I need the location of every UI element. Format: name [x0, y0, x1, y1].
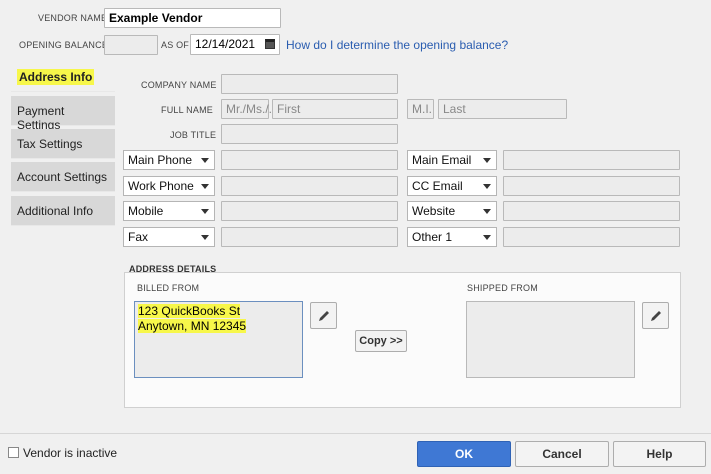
chevron-down-icon: [201, 235, 209, 240]
company-name-label: COMPANY NAME: [141, 80, 217, 90]
vendor-inactive-checkbox[interactable]: [8, 447, 19, 458]
job-title-label: JOB TITLE: [170, 130, 217, 140]
contact-type-value: Fax: [128, 230, 149, 244]
as-of-date-value: 12/14/2021: [195, 37, 256, 51]
as-of-date-input[interactable]: 12/14/2021: [190, 34, 280, 55]
first-name-input[interactable]: First: [272, 99, 398, 119]
main-phone-input[interactable]: [221, 150, 398, 170]
contact-type-select-main-email[interactable]: Main Email: [407, 150, 497, 170]
billed-from-line2: Anytown, MN 12345: [138, 319, 247, 333]
tab-additional-info-label: Additional Info: [17, 204, 94, 218]
contact-type-select-main-phone[interactable]: Main Phone: [123, 150, 215, 170]
contact-type-value: Work Phone: [128, 179, 194, 193]
ok-button[interactable]: OK: [417, 441, 511, 467]
tab-account-settings-label: Account Settings: [17, 170, 108, 184]
company-name-input[interactable]: [221, 74, 398, 94]
contact-type-select-website[interactable]: Website: [407, 201, 497, 221]
middle-initial-input[interactable]: M.I.: [407, 99, 434, 119]
shipped-from-label: SHIPPED FROM: [467, 283, 538, 293]
chevron-down-icon: [483, 184, 491, 189]
edit-shipped-address-button[interactable]: [642, 302, 669, 329]
tab-tax-settings[interactable]: Tax Settings: [11, 129, 115, 159]
other-input[interactable]: [503, 227, 680, 247]
opening-balance-label: OPENING BALANCE: [19, 40, 109, 50]
chevron-down-icon: [201, 184, 209, 189]
opening-balance-input[interactable]: [104, 35, 158, 55]
chevron-down-icon: [483, 209, 491, 214]
opening-balance-help-link[interactable]: How do I determine the opening balance?: [286, 38, 508, 52]
contact-type-value: Main Phone: [128, 153, 193, 167]
tab-additional-info[interactable]: Additional Info: [11, 196, 115, 226]
tab-address-info-label: Address Info: [17, 69, 95, 85]
contact-type-select-fax[interactable]: Fax: [123, 227, 215, 247]
main-email-input[interactable]: [503, 150, 680, 170]
billed-from-textarea[interactable]: 123 QuickBooks St Anytown, MN 12345: [134, 301, 303, 378]
vendor-name-input[interactable]: Example Vendor: [104, 8, 281, 28]
last-name-input[interactable]: Last: [438, 99, 567, 119]
fax-input[interactable]: [221, 227, 398, 247]
contact-type-select-cc-email[interactable]: CC Email: [407, 176, 497, 196]
contact-type-select-work-phone[interactable]: Work Phone: [123, 176, 215, 196]
chevron-down-icon: [201, 209, 209, 214]
mobile-input[interactable]: [221, 201, 398, 221]
chevron-down-icon: [201, 158, 209, 163]
chevron-down-icon: [483, 158, 491, 163]
shipped-from-textarea[interactable]: [466, 301, 635, 378]
edit-billed-address-button[interactable]: [310, 302, 337, 329]
cc-email-input[interactable]: [503, 176, 680, 196]
as-of-label: AS OF: [161, 40, 190, 50]
contact-type-select-other[interactable]: Other 1: [407, 227, 497, 247]
contact-type-value: Other 1: [412, 230, 453, 244]
contact-type-value: CC Email: [412, 179, 463, 193]
copy-address-button[interactable]: Copy >>: [355, 330, 407, 352]
tab-payment-settings[interactable]: Payment Settings: [11, 96, 115, 132]
tab-payment-settings-label: Payment Settings: [17, 104, 65, 132]
help-button[interactable]: Help: [613, 441, 706, 467]
website-input[interactable]: [503, 201, 680, 221]
footer-divider: [0, 433, 711, 434]
pencil-icon: [318, 310, 329, 321]
full-name-label: FULL NAME: [161, 105, 213, 115]
tab-account-settings[interactable]: Account Settings: [11, 162, 115, 192]
billed-from-line1: 123 QuickBooks St: [138, 304, 241, 318]
vendor-name-label: VENDOR NAME: [38, 13, 108, 23]
billed-from-label: BILLED FROM: [137, 283, 200, 293]
job-title-input[interactable]: [221, 124, 398, 144]
salutation-input[interactable]: Mr./Ms./...: [221, 99, 279, 119]
pencil-icon: [650, 310, 661, 321]
tab-address-info[interactable]: Address Info: [11, 62, 115, 92]
contact-type-value: Website: [412, 204, 456, 218]
contact-type-value: Mobile: [128, 204, 164, 218]
calendar-icon[interactable]: [265, 39, 275, 49]
tab-tax-settings-label: Tax Settings: [17, 137, 83, 151]
cancel-button[interactable]: Cancel: [515, 441, 609, 467]
vendor-inactive-label: Vendor is inactive: [23, 446, 118, 460]
work-phone-input[interactable]: [221, 176, 398, 196]
contact-type-select-mobile[interactable]: Mobile: [123, 201, 215, 221]
chevron-down-icon: [483, 235, 491, 240]
contact-type-value: Main Email: [412, 153, 472, 167]
